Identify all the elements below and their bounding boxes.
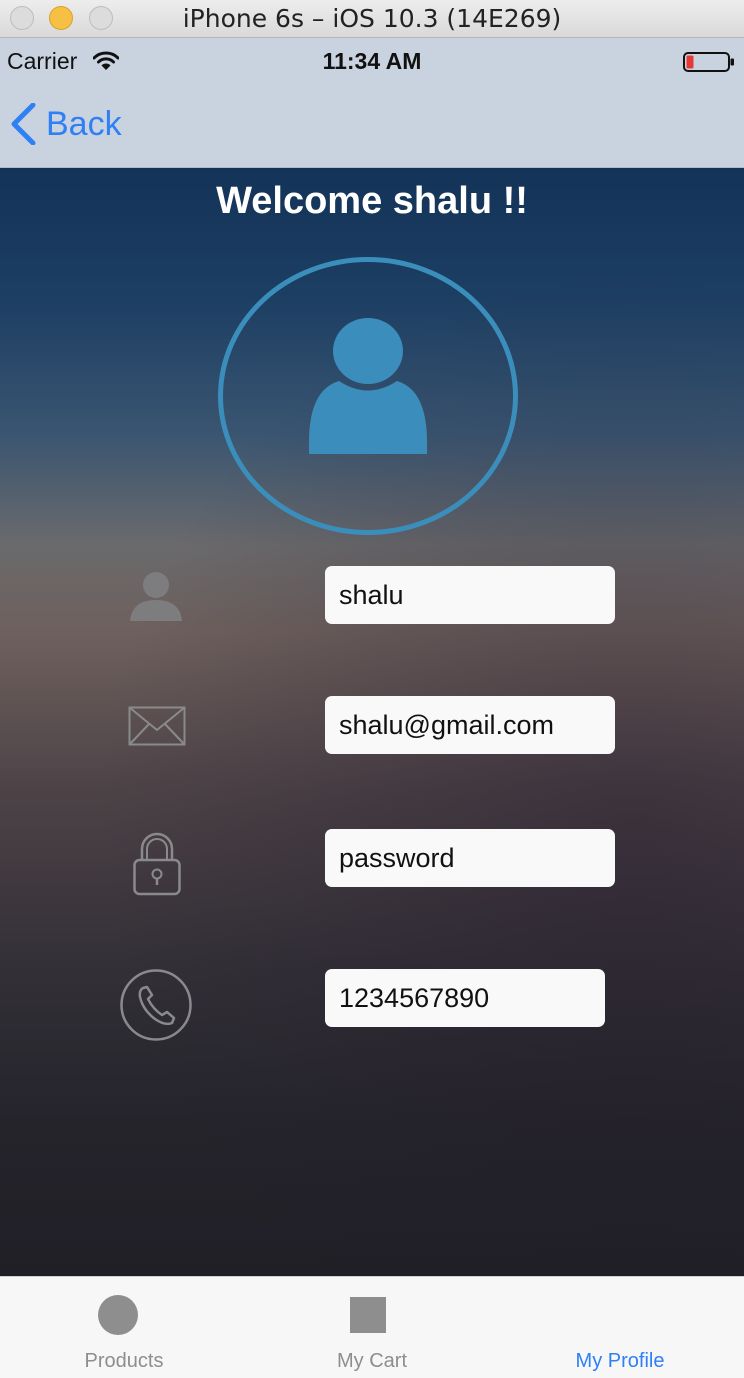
tab-label: My Cart: [337, 1350, 407, 1372]
battery-icon: [683, 52, 734, 72]
lock-icon: [133, 832, 181, 896]
status-time: 11:34 AM: [322, 48, 422, 74]
user-avatar-icon: [309, 318, 427, 454]
envelope-icon: [128, 706, 186, 746]
circle-icon: [98, 1295, 138, 1335]
name-field[interactable]: [325, 566, 615, 624]
email-field[interactable]: [325, 696, 615, 754]
avatar: [218, 257, 518, 535]
tab-label: Products: [84, 1350, 164, 1372]
tab-products[interactable]: Products: [0, 1277, 248, 1377]
tab-my-profile[interactable]: My Profile: [496, 1277, 744, 1377]
password-field[interactable]: [325, 829, 615, 887]
tab-my-cart[interactable]: My Cart: [248, 1277, 496, 1377]
phone-icon: [120, 969, 192, 1041]
page-title: Welcome shalu !!: [216, 180, 528, 222]
square-icon: [350, 1297, 386, 1333]
back-label: Back: [46, 104, 122, 143]
user-icon: [130, 572, 182, 621]
window-title: iPhone 6s – iOS 10.3 (14E269): [182, 4, 562, 33]
simulator-title-bar: iPhone 6s – iOS 10.3 (14E269): [0, 0, 744, 38]
tab-bar: Products My Cart My Profile: [0, 1276, 744, 1378]
profile-content: Welcome shalu !!: [0, 168, 744, 1276]
back-button[interactable]: Back: [10, 102, 122, 146]
chevron-left-icon: [11, 103, 36, 145]
phone-field[interactable]: [325, 969, 605, 1027]
navigation-bar: Carrier 11:34 AM Back: [0, 38, 744, 168]
tab-label: My Profile: [575, 1350, 665, 1372]
